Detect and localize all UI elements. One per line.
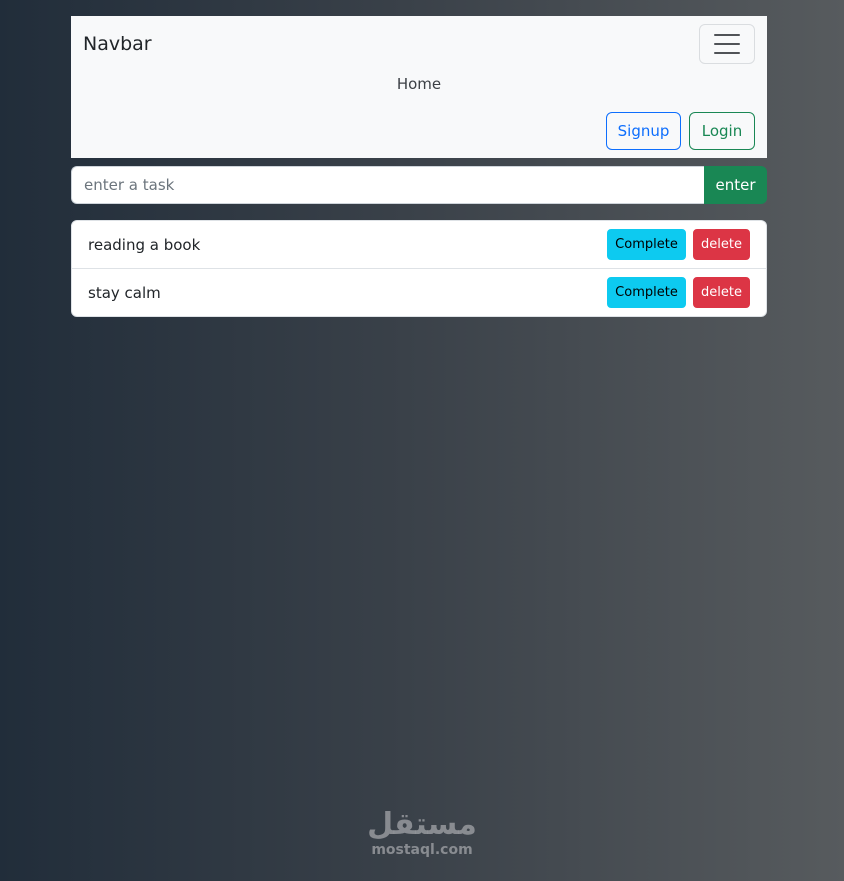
hamburger-icon-line [714,52,740,54]
hamburger-icon-line [714,43,740,45]
login-button[interactable]: Login [689,112,755,150]
task-list: reading a book Complete delete stay calm… [71,220,767,317]
watermark-logo: مستقل [367,807,477,842]
delete-button[interactable]: delete [693,229,750,260]
signup-button[interactable]: Signup [606,112,681,150]
hamburger-icon [714,34,740,36]
complete-button[interactable]: Complete [607,229,686,260]
delete-button[interactable]: delete [693,277,750,308]
task-item: reading a book Complete delete [72,221,766,269]
mostaql-watermark: مستقل mostaql.com [340,807,504,859]
nav-link-home[interactable]: Home [71,75,767,93]
task-input[interactable] [71,166,705,204]
task-form: enter [71,166,767,204]
complete-button[interactable]: Complete [607,277,686,308]
navbar: Navbar Home Signup Login [71,16,767,158]
task-text: reading a book [88,236,201,254]
task-text: stay calm [88,284,161,302]
enter-button[interactable]: enter [704,166,767,204]
navbar-brand[interactable]: Navbar [83,33,152,55]
watermark-url: mostaql.com [371,842,473,858]
task-item: stay calm Complete delete [72,269,766,316]
navbar-toggler-button[interactable] [699,24,755,64]
